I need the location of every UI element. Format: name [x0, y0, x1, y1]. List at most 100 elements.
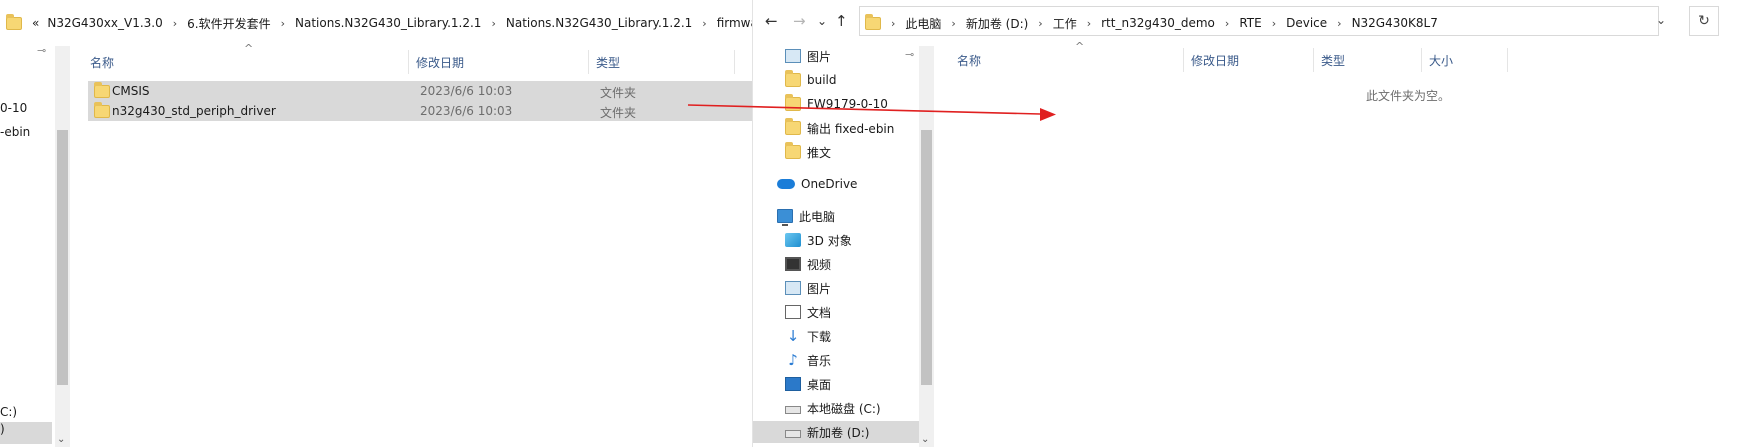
chevron-right-icon[interactable]: ›	[1219, 17, 1235, 30]
nav-item-label: OneDrive	[801, 177, 858, 191]
nav-item-partial[interactable]: 0-10	[0, 101, 27, 115]
breadcrumb-item[interactable]: Nations.N32G430_Library.1.2.1	[502, 16, 696, 30]
folder-icon	[785, 142, 801, 159]
breadcrumb-item[interactable]: 此电脑	[901, 15, 945, 32]
desktop-icon	[785, 377, 801, 391]
breadcrumb-item[interactable]: firmware	[713, 16, 752, 30]
column-divider[interactable]	[588, 50, 589, 74]
folder-icon	[6, 13, 22, 30]
file-date: 2023/6/6 10:03	[420, 104, 513, 118]
chevron-right-icon[interactable]: ›	[885, 17, 901, 30]
nav-item-partial[interactable]: C:)	[0, 405, 17, 419]
nav-item[interactable]: 新加卷 (D:)	[753, 421, 919, 443]
column-divider[interactable]	[1421, 48, 1422, 72]
chevron-right-icon[interactable]: ›	[945, 17, 961, 30]
sort-ascending-icon: ^	[1075, 40, 1085, 53]
breadcrumb-item[interactable]: Device	[1282, 16, 1331, 30]
nav-item-partial[interactable]: -ebin	[0, 125, 30, 139]
column-header-size[interactable]: 大小	[1429, 52, 1453, 69]
breadcrumb-overflow[interactable]: «	[28, 16, 43, 30]
computer-icon	[777, 209, 793, 226]
scrollbar-thumb[interactable]	[921, 130, 932, 385]
breadcrumb-item[interactable]: Nations.N32G430_Library.1.2.1	[291, 16, 485, 30]
column-header-row: ^ 名称 修改日期 类型	[88, 42, 752, 74]
column-header-date[interactable]: 修改日期	[1191, 52, 1239, 69]
file-row-std-periph-driver[interactable]: n32g430_std_periph_driver 2023/6/6 10:03…	[88, 101, 752, 121]
column-divider[interactable]	[1313, 48, 1314, 72]
nav-item-label: 图片	[807, 49, 832, 64]
file-type: 文件夹	[600, 106, 637, 120]
file-name: n32g430_std_periph_driver	[112, 104, 276, 118]
column-header-type[interactable]: 类型	[1321, 52, 1345, 69]
chevron-right-icon[interactable]: ›	[485, 17, 501, 30]
breadcrumb-item[interactable]: N32G430xx_V1.3.0	[43, 16, 166, 30]
folder-icon	[94, 82, 110, 98]
column-header-date[interactable]: 修改日期	[416, 54, 464, 71]
column-header-name[interactable]: 名称	[957, 52, 981, 69]
column-divider[interactable]	[734, 50, 735, 74]
nav-item-partial: )	[0, 422, 5, 436]
download-icon: ↓	[786, 327, 800, 345]
nav-scrollbar[interactable]: ⌄	[55, 46, 70, 447]
folder-icon	[785, 118, 801, 135]
folder-icon	[865, 13, 881, 30]
nav-item-label: 新加卷 (D:)	[807, 425, 870, 440]
breadcrumb-item[interactable]: RTE	[1235, 16, 1265, 30]
nav-item-label: 推文	[807, 145, 832, 160]
folder-icon	[785, 70, 801, 87]
3d-objects-icon	[785, 233, 801, 247]
chevron-right-icon[interactable]: ›	[1331, 17, 1347, 30]
recent-locations-button[interactable]: ⌄	[817, 14, 827, 28]
pictures-icon	[785, 49, 801, 63]
column-divider[interactable]	[1507, 48, 1508, 72]
nav-item[interactable]: 此电脑	[777, 205, 937, 227]
nav-item-label: 视频	[807, 257, 832, 272]
chevron-right-icon[interactable]: ›	[696, 17, 712, 30]
breadcrumb-item[interactable]: 新加卷 (D:)	[962, 15, 1032, 32]
nav-item-label: 音乐	[807, 353, 832, 368]
scrollbar-thumb[interactable]	[57, 130, 68, 385]
chevron-right-icon[interactable]: ›	[1266, 17, 1282, 30]
column-header-name[interactable]: 名称	[90, 54, 114, 71]
nav-scrollbar[interactable]: ⌄	[919, 46, 934, 447]
chevron-right-icon[interactable]: ›	[167, 17, 183, 30]
chevron-right-icon[interactable]: ›	[1081, 17, 1097, 30]
empty-folder-message: 此文件夹为空。	[1366, 89, 1451, 103]
nav-item-label: build	[807, 73, 837, 87]
nav-item-label: FW9179-0-10	[807, 97, 888, 111]
nav-item[interactable]: OneDrive	[777, 173, 937, 195]
nav-item-label: 3D 对象	[807, 233, 852, 248]
left-address-bar[interactable]: « N32G430xx_V1.3.0 › 6.软件开发套件 › Nations.…	[6, 8, 752, 38]
video-icon	[785, 257, 801, 271]
breadcrumb-item[interactable]: 工作	[1049, 15, 1081, 32]
documents-icon	[785, 305, 801, 319]
chevron-right-icon[interactable]: ›	[1032, 17, 1048, 30]
left-explorer-window: « N32G430xx_V1.3.0 › 6.软件开发套件 › Nations.…	[0, 0, 752, 447]
drive-icon	[785, 406, 801, 414]
address-dropdown-icon[interactable]: ⌄	[1656, 13, 1666, 27]
nav-item-label: 桌面	[807, 377, 832, 392]
right-address-bar[interactable]: › 此电脑 › 新加卷 (D:) › 工作 › rtt_n32g430_demo…	[865, 8, 1442, 38]
forward-button[interactable]: →	[793, 12, 806, 30]
sort-ascending-icon: ^	[244, 42, 254, 55]
back-button[interactable]: ←	[765, 12, 778, 30]
scroll-down-icon[interactable]: ⌄	[921, 434, 929, 445]
file-row-cmsis[interactable]: CMSIS 2023/6/6 10:03 文件夹	[88, 81, 752, 101]
nav-item-selected[interactable]: )	[0, 422, 52, 444]
refresh-button[interactable]: ↻	[1689, 6, 1719, 36]
right-explorer-window: ← → ⌄ ↑ › 此电脑 › 新加卷 (D:) › 工作 › rtt_n32g…	[752, 0, 1737, 447]
breadcrumb-item[interactable]: N32G430K8L7	[1348, 16, 1442, 30]
pictures-icon	[785, 281, 801, 295]
pin-icon[interactable]: ⊸	[37, 44, 46, 57]
column-divider[interactable]	[408, 50, 409, 74]
file-name: CMSIS	[112, 84, 150, 98]
column-divider[interactable]	[1183, 48, 1184, 72]
breadcrumb-item[interactable]: 6.软件开发套件	[183, 15, 274, 32]
folder-icon	[94, 102, 110, 118]
column-header-type[interactable]: 类型	[596, 54, 620, 71]
folder-icon	[785, 94, 801, 111]
up-button[interactable]: ↑	[835, 12, 848, 30]
breadcrumb-item[interactable]: rtt_n32g430_demo	[1097, 16, 1219, 30]
chevron-right-icon[interactable]: ›	[275, 17, 291, 30]
scroll-down-icon[interactable]: ⌄	[57, 434, 65, 445]
